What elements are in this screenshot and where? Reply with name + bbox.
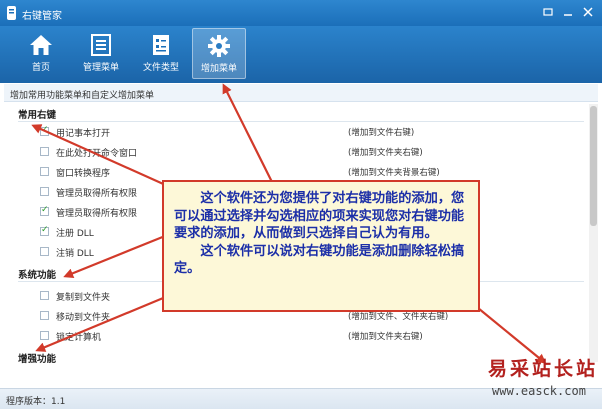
option-checkbox[interactable] [40, 311, 49, 320]
option-row[interactable]: ✓ 用记事本打开 (增加到文件右键) [40, 125, 580, 139]
section-title-enhanced: 增强功能 [18, 354, 57, 365]
close-button[interactable] [580, 5, 596, 19]
callout-paragraph-1: 这个软件还为您提供了对右键功能的添加，您可以通过选择并勾选相应的项来实现您对右键… [174, 191, 465, 241]
watermark-url: www.easck.com [492, 384, 586, 398]
file-type-icon [153, 35, 169, 55]
callout-paragraph-2: 这个软件可以说对右键功能是添加删除轻松搞定。 [174, 243, 465, 277]
home-icon [30, 35, 52, 55]
toolbar-file-type-label: 文件类型 [142, 63, 179, 73]
option-description: (增加到文件夹右键) [348, 148, 423, 158]
option-checkbox[interactable]: ✓ [40, 125, 49, 136]
toolbar-home-label: 首页 [31, 63, 50, 73]
option-checkbox[interactable] [40, 167, 49, 176]
section-title-system: 系统功能 [18, 270, 57, 281]
version-text: 程序版本：1.1 [6, 397, 66, 407]
option-checkbox[interactable]: ✓ [40, 205, 49, 216]
annotation-callout: 这个软件还为您提供了对右键功能的添加，您可以通过选择并勾选相应的项来实现您对右键… [162, 180, 480, 312]
toolbar-manage-menu-label: 管理菜单 [82, 63, 119, 73]
option-label: 注册 DLL [56, 229, 94, 239]
option-row[interactable]: 窗口转换程序 (增加到文件夹背景右键) [40, 165, 580, 179]
site-watermark: 易采站长站 www.easck.com [468, 350, 602, 406]
section-title-common: 常用右键 [18, 110, 57, 121]
option-checkbox[interactable] [40, 247, 49, 256]
option-checkbox[interactable]: ✓ [40, 225, 49, 236]
gear-icon [208, 35, 230, 57]
option-label: 用记事本打开 [56, 129, 111, 139]
option-checkbox[interactable] [40, 187, 49, 196]
check-icon: ✓ [41, 125, 49, 135]
option-row[interactable]: 在此处打开命令窗口 (增加到文件夹右键) [40, 145, 580, 159]
skin-icon[interactable] [540, 5, 556, 19]
option-description: (增加到文件夹右键) [348, 332, 423, 342]
main-toolbar: 首页 管理菜单 文件类型 增加菜单 [0, 26, 602, 83]
app-logo-icon [7, 6, 16, 20]
page-subtitle: 增加常用功能菜单和自定义增加菜单 [4, 84, 598, 102]
option-description: (增加到文件右键) [348, 128, 415, 138]
title-bar: 右键管家 [0, 0, 602, 26]
menu-list-icon [91, 34, 111, 56]
option-label: 复制到文件夹 [56, 293, 111, 303]
check-icon: ✓ [41, 205, 49, 215]
option-row[interactable]: 锁定计算机 (增加到文件夹右键) [40, 329, 580, 343]
option-label: 在此处打开命令窗口 [56, 149, 138, 159]
scrollbar-thumb[interactable] [590, 106, 597, 226]
option-checkbox[interactable] [40, 147, 49, 156]
section-divider [18, 121, 584, 122]
minimize-button[interactable] [560, 5, 576, 19]
option-label: 移动到文件夹 [56, 313, 111, 323]
watermark-site-name: 易采站长站 [488, 358, 599, 380]
toolbar-add-menu-label: 增加菜单 [200, 64, 237, 74]
window-controls [540, 5, 596, 19]
check-icon: ✓ [41, 225, 49, 235]
option-checkbox[interactable] [40, 291, 49, 300]
toolbar-file-type-button[interactable]: 文件类型 [134, 28, 188, 79]
content-scrollbar[interactable] [589, 104, 598, 362]
toolbar-add-menu-button[interactable]: 增加菜单 [192, 28, 246, 79]
option-checkbox[interactable] [40, 331, 49, 340]
option-label: 管理员取得所有权限 [56, 189, 138, 199]
option-label: 管理员取得所有权限 [56, 209, 138, 219]
option-description: (增加到文件夹背景右键) [348, 168, 440, 178]
option-label: 窗口转换程序 [56, 169, 111, 179]
toolbar-home-button[interactable]: 首页 [14, 28, 68, 79]
option-label: 锁定计算机 [56, 333, 102, 343]
option-label: 注销 DLL [56, 249, 94, 259]
window-title: 右键管家 [22, 11, 62, 22]
toolbar-manage-menu-button[interactable]: 管理菜单 [74, 28, 128, 79]
